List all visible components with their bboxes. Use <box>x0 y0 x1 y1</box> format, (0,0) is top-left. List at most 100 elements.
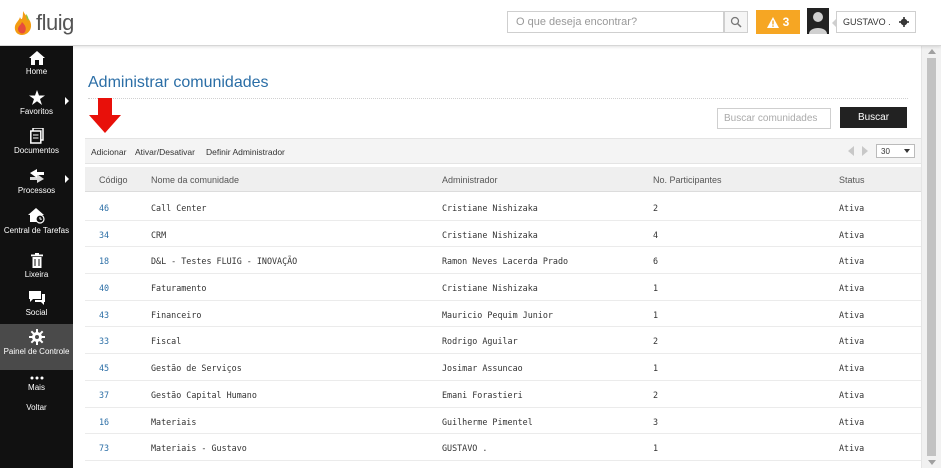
chevron-right-icon <box>65 175 69 183</box>
sidebar-item-favoritos[interactable]: Favoritos <box>0 85 73 123</box>
table-cell: Call Center <box>151 203 207 213</box>
avatar[interactable] <box>807 8 829 34</box>
table-row[interactable]: 40 Faturamento Cristiane Nishizaka 1 Ativa <box>85 274 921 301</box>
scroll-down-icon[interactable] <box>928 460 936 465</box>
table-row[interactable]: 37 Gestão Capital Humano Emani Forastieri 2… <box>85 381 921 408</box>
sidebar-item-lixeira[interactable]: Lixeira <box>0 248 73 286</box>
table-cell: Emani Forastieri <box>442 389 523 400</box>
table-row[interactable]: 73 Materiais - Gustavo GUSTAVO . 1 Ativa <box>85 434 921 461</box>
control-panel-icon <box>28 329 45 345</box>
search-communities-button[interactable]: Buscar <box>840 107 907 128</box>
global-search-button[interactable] <box>724 11 748 33</box>
table-cell: Ativa <box>839 283 865 294</box>
sidebar-item-label: Central de Tarefas <box>3 226 70 235</box>
scrollbar-thumb[interactable] <box>927 58 936 456</box>
table-cell: Mauricio Pequim Junior <box>442 309 553 320</box>
global-search-input[interactable]: O que deseja encontrar? <box>507 11 724 33</box>
sidebar-item-mais[interactable]: Mais <box>0 370 73 400</box>
fluig-flame-icon <box>14 11 32 35</box>
sidebar-item-painel-de-controle[interactable]: Painel de Controle <box>0 324 73 370</box>
toggle-status-button[interactable]: Ativar/Desativar <box>135 147 195 157</box>
table-cell: Ativa <box>839 389 865 400</box>
fluig-logo[interactable]: fluig <box>13 8 74 38</box>
table-cell: 16 <box>99 416 110 427</box>
table-cell: Ativa <box>839 309 865 320</box>
table-cell: 40 <box>99 283 110 294</box>
table-row[interactable]: 43 Financeiro Mauricio Pequim Junior 1 Ativa <box>85 301 921 328</box>
table-cell: 43 <box>99 309 110 320</box>
alert-count: 3 <box>782 15 790 29</box>
table-cell: 45 <box>99 363 110 374</box>
table-row[interactable]: 18 D&L - Testes FLUIG - INOVAÇÃO Ramon Nev… <box>85 247 921 275</box>
table-cell: Cristiane Nishizaka <box>442 283 538 294</box>
sidebar-item-label: Lixeira <box>24 270 49 279</box>
add-community-button[interactable]: Adicionar <box>91 147 126 157</box>
table-row[interactable]: 16 Materiais Guilherme Pimentel 3 Ativa <box>85 408 921 435</box>
sidebar-item-label: Processos <box>17 186 56 195</box>
table-cell: 37 <box>99 389 110 400</box>
pagination: 30 <box>848 144 915 158</box>
documents-icon <box>29 128 44 144</box>
search-icon <box>730 16 742 28</box>
table-cell: Financeiro <box>151 309 202 320</box>
warning-icon <box>766 16 779 28</box>
sidebar-item-label: Painel de Controle <box>3 347 70 356</box>
table-cell: 4 <box>653 229 659 240</box>
home-icon <box>28 51 45 65</box>
sidebar-item-label: Voltar <box>26 403 47 412</box>
sidebar-item-social[interactable]: Social <box>0 286 73 324</box>
user-menu[interactable]: GUSTAVO . <box>832 11 916 33</box>
sidebar-item-label: Favoritos <box>20 107 53 116</box>
more-icon <box>30 376 43 380</box>
actions-toolbar: Adicionar Ativar/Desativar Definir Admin… <box>85 138 921 164</box>
table-cell: 34 <box>99 229 110 240</box>
table-cell: 46 <box>99 203 110 213</box>
star-icon <box>28 90 45 105</box>
table-cell: 2 <box>653 203 659 213</box>
table-header: Código Nome da comunidade Administrador … <box>85 167 921 192</box>
column-header-participantes[interactable]: No. Participantes <box>653 175 722 185</box>
table-cell: Ramon Neves Lacerda Prado <box>442 256 569 267</box>
user-silhouette-icon <box>809 12 827 34</box>
sidebar-item-documentos[interactable]: Documentos <box>0 123 73 163</box>
scroll-up-icon[interactable] <box>928 49 936 54</box>
sidebar-item-label: Home <box>25 67 48 76</box>
column-header-status[interactable]: Status <box>839 175 865 185</box>
next-page-icon[interactable] <box>862 146 868 156</box>
table-row[interactable]: 34 CRM Cristiane Nishizaka 4 Ativa <box>85 221 921 248</box>
trash-icon <box>30 253 43 268</box>
main-content: Administrar comunidades Buscar comunidad… <box>73 46 921 468</box>
table-cell: Gestão Capital Humano <box>151 389 257 400</box>
page-size-value: 30 <box>881 146 890 156</box>
column-header-nome[interactable]: Nome da comunidade <box>151 175 239 185</box>
table-cell: Ativa <box>839 416 865 427</box>
table-cell: Ativa <box>839 363 865 374</box>
table-cell: Faturamento <box>151 283 207 294</box>
table-cell: Ativa <box>839 336 865 347</box>
table-row[interactable]: 33 Fiscal Rodrigo Aguilar 2 Ativa <box>85 327 921 355</box>
sidebar-item-voltar[interactable]: Voltar <box>0 400 73 422</box>
column-header-administrador[interactable]: Administrador <box>442 175 498 185</box>
previous-page-icon[interactable] <box>848 146 854 156</box>
title-divider <box>88 98 908 99</box>
processes-icon <box>29 169 44 183</box>
table-cell: 1 <box>653 363 659 374</box>
table-row[interactable]: 46 Call Center Cristiane Nishizaka 2 Ativa <box>85 194 921 221</box>
sidebar-item-label: Social <box>25 308 48 317</box>
community-search-input[interactable]: Buscar comunidades <box>717 108 831 129</box>
column-header-codigo[interactable]: Código <box>99 175 128 185</box>
vertical-scrollbar[interactable] <box>921 46 941 468</box>
page-size-select[interactable]: 30 <box>876 144 915 158</box>
sidebar-item-label: Documentos <box>14 146 59 155</box>
sidebar-item-home[interactable]: Home <box>0 46 73 85</box>
alerts-button[interactable]: 3 <box>756 10 800 34</box>
sidebar-item-processos[interactable]: Processos <box>0 163 73 203</box>
table-cell: 18 <box>99 256 110 267</box>
set-administrator-button[interactable]: Definir Administrador <box>206 147 285 157</box>
communities-table: 46 Call Center Cristiane Nishizaka 2 Ativa 34… <box>85 194 921 461</box>
table-cell: 2 <box>653 336 659 347</box>
table-row[interactable]: 45 Gestão de Serviços Josimar Assuncao 1 Ati… <box>85 354 921 381</box>
table-cell: 33 <box>99 336 110 347</box>
sidebar-item-central-de-tarefas[interactable]: Central de Tarefas <box>0 203 73 248</box>
table-cell: Guilherme Pimentel <box>442 416 533 427</box>
